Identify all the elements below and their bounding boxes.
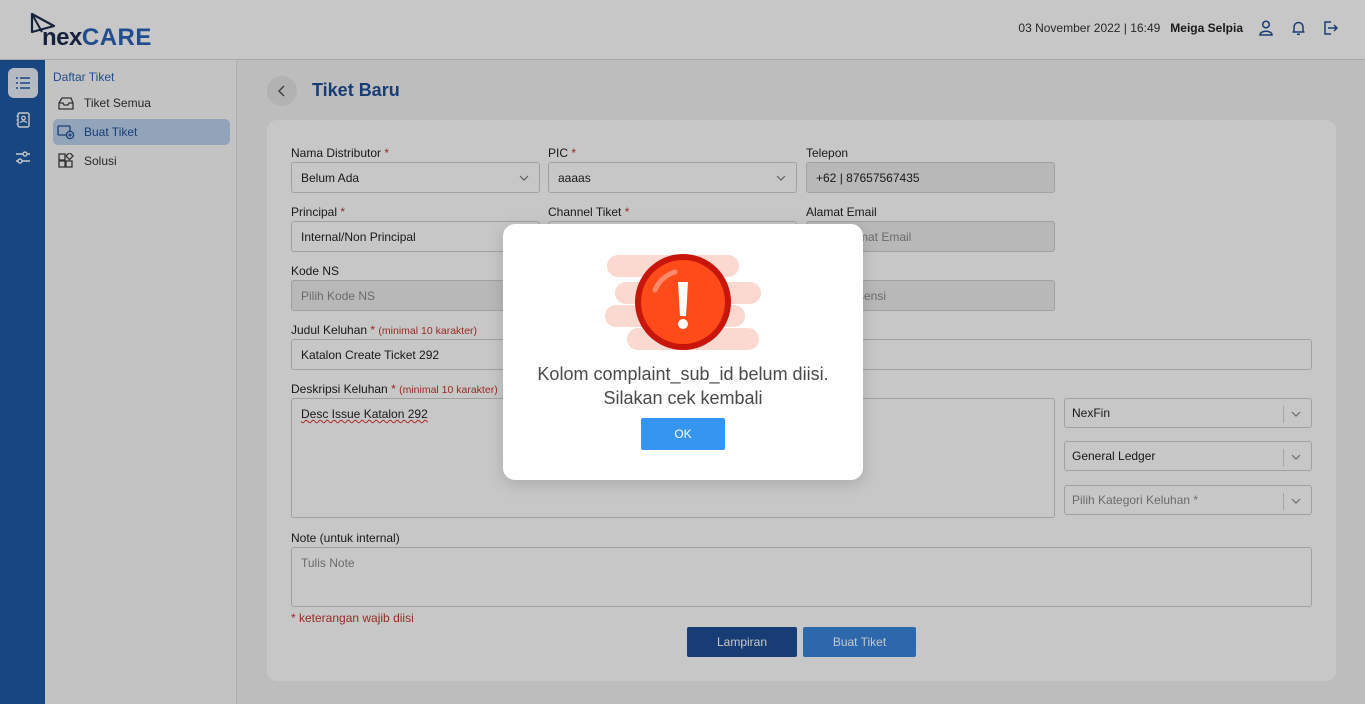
modal-message-line2: Silakan cek kembali: [603, 388, 763, 408]
modal-message-line1: Kolom complaint_sub_id belum diisi.: [537, 364, 829, 384]
alert-modal: Kolom complaint_sub_id belum diisi. Sila…: [503, 224, 863, 480]
modal-message: Kolom complaint_sub_id belum diisi. Sila…: [503, 362, 863, 410]
ok-button[interactable]: OK: [641, 418, 725, 450]
exclamation-warning-icon: [605, 254, 761, 350]
